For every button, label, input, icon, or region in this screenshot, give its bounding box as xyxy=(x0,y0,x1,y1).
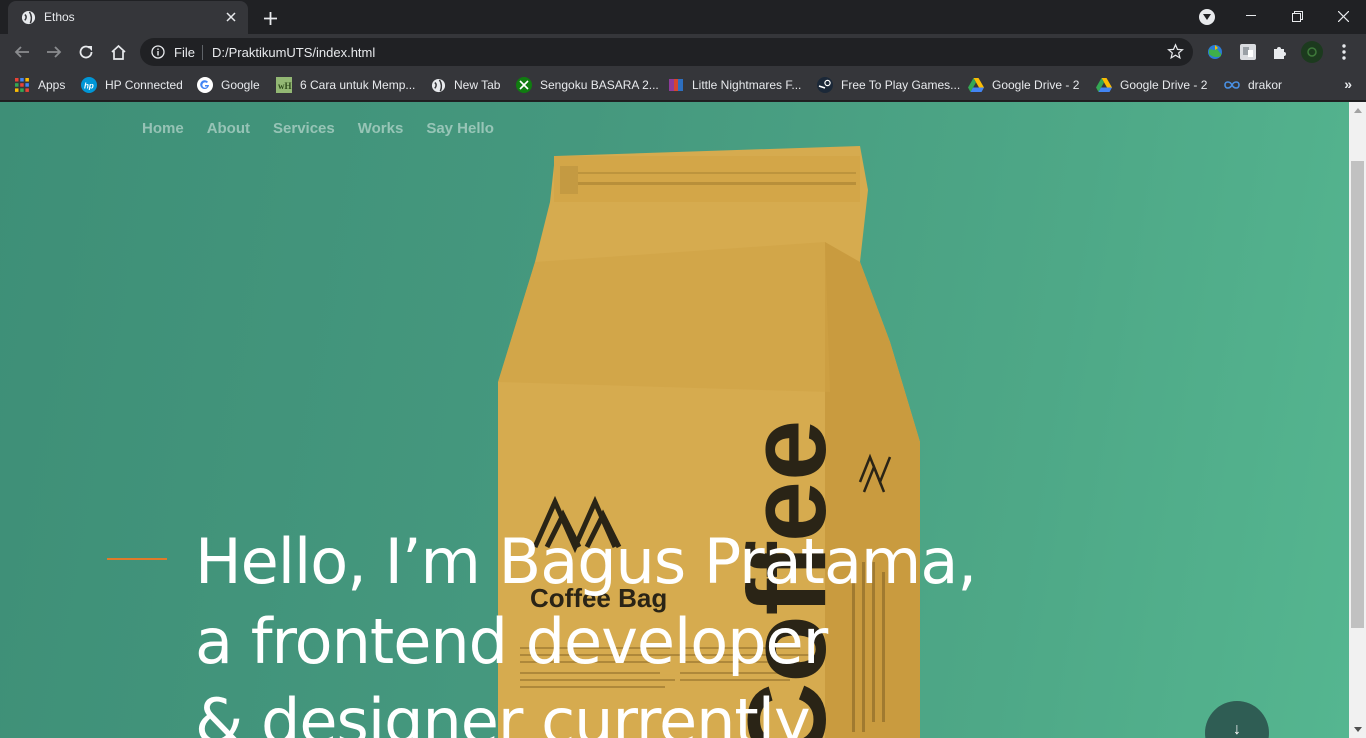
omnibox-divider xyxy=(202,45,203,60)
xbox-icon xyxy=(516,77,532,93)
extension-globe-icon[interactable] xyxy=(1204,41,1226,63)
bookmark-label: 6 Cara untuk Memp... xyxy=(300,78,416,92)
menu-kebab-icon[interactable] xyxy=(1333,41,1355,63)
nav-say-hello[interactable]: Say Hello xyxy=(426,120,494,137)
bookmark-hp-connected[interactable]: hp HP Connected xyxy=(81,76,183,94)
site-info-icon[interactable] xyxy=(151,45,165,64)
forward-button[interactable] xyxy=(42,40,66,64)
hero-line-3: & designer currently xyxy=(195,685,811,738)
infinity-icon xyxy=(1224,77,1240,93)
wikihow-icon: wH xyxy=(276,77,292,93)
google-drive-icon xyxy=(1096,77,1112,93)
home-button[interactable] xyxy=(106,40,130,64)
bookmark-label: Google xyxy=(221,78,260,92)
bookmark-wikihow[interactable]: wH 6 Cara untuk Memp... xyxy=(276,76,415,94)
page-scrollbar[interactable] xyxy=(1349,102,1366,738)
scrollbar-thumb[interactable] xyxy=(1351,161,1364,628)
restore-button[interactable] xyxy=(1274,0,1320,32)
page-viewport: Coffee Bag Coffee Home About Services Wo… xyxy=(0,102,1349,738)
scroll-down-button[interactable]: ↓ xyxy=(1205,701,1269,738)
globe-icon xyxy=(430,77,446,93)
address-bar[interactable]: File D:/PraktikumUTS/index.html xyxy=(140,38,1193,66)
scheme-label: File xyxy=(174,45,195,60)
nav-services[interactable]: Services xyxy=(273,120,335,137)
bookmark-little-nightmares[interactable]: Little Nightmares F... xyxy=(668,76,801,94)
site-nav: Home About Services Works Say Hello xyxy=(142,120,494,137)
url-text[interactable]: D:/PraktikumUTS/index.html xyxy=(212,45,375,60)
bookmark-label: Google Drive - 2 xyxy=(992,78,1080,92)
scroll-down-arrow-icon[interactable] xyxy=(1354,727,1362,732)
bookmark-google[interactable]: Google xyxy=(197,76,260,94)
hero-accent-line xyxy=(107,558,167,560)
hp-icon: hp xyxy=(81,77,97,93)
hero-heading: Hello, I’m Bagus Pratama, a frontend dev… xyxy=(195,522,977,738)
new-tab-button[interactable] xyxy=(259,7,281,29)
tab-strip: Ethos xyxy=(0,0,1366,34)
bookmark-google-drive-1[interactable]: Google Drive - 2 xyxy=(968,76,1079,94)
extensions-puzzle-icon[interactable] xyxy=(1269,41,1291,63)
tab-search-icon[interactable] xyxy=(1199,9,1215,25)
tab-ethos[interactable]: Ethos xyxy=(8,1,248,34)
close-window-button[interactable] xyxy=(1320,0,1366,32)
nav-home[interactable]: Home xyxy=(142,120,184,137)
google-drive-icon xyxy=(968,77,984,93)
bookmark-label: Little Nightmares F... xyxy=(692,78,802,92)
bookmark-label: Apps xyxy=(38,78,66,92)
bookmarks-bar: Apps hp HP Connected Google wH 6 Cara un… xyxy=(0,70,1366,101)
bookmarks-overflow-icon[interactable]: » xyxy=(1344,76,1352,92)
reload-button[interactable] xyxy=(74,40,98,64)
nav-works[interactable]: Works xyxy=(358,120,404,137)
hero-line-1: Hello, I’m Bagus Pratama, xyxy=(195,525,977,598)
minimize-button[interactable] xyxy=(1228,0,1274,32)
bookmark-free-to-play[interactable]: Free To Play Games... xyxy=(817,76,960,94)
bookmark-label: Google Drive - 2 xyxy=(1120,78,1208,92)
svg-text:hp: hp xyxy=(84,82,94,91)
browser-toolbar: File D:/PraktikumUTS/index.html xyxy=(0,34,1366,70)
arrow-down-icon: ↓ xyxy=(1233,721,1241,738)
globe-icon xyxy=(21,10,36,25)
bookmark-label: HP Connected xyxy=(105,78,183,92)
tab-title: Ethos xyxy=(44,10,75,24)
bookmark-sengoku-basara[interactable]: Sengoku BASARA 2... xyxy=(516,76,659,94)
bookmark-star-icon[interactable] xyxy=(1167,43,1184,65)
steam-icon xyxy=(817,77,833,93)
bookmark-apps[interactable]: Apps xyxy=(14,76,65,94)
nav-about[interactable]: About xyxy=(207,120,250,137)
winrar-icon xyxy=(668,77,684,93)
hero-line-2: a frontend developer xyxy=(195,605,828,678)
close-tab-icon[interactable] xyxy=(222,8,240,26)
google-icon xyxy=(197,77,213,93)
extension-page-icon[interactable] xyxy=(1237,41,1259,63)
bookmark-new-tab[interactable]: New Tab xyxy=(430,76,500,94)
profile-avatar[interactable] xyxy=(1301,41,1323,63)
bookmark-google-drive-2[interactable]: Google Drive - 2 xyxy=(1096,76,1207,94)
back-button[interactable] xyxy=(10,40,34,64)
scroll-up-arrow-icon[interactable] xyxy=(1354,108,1362,113)
bookmark-label: Free To Play Games... xyxy=(841,78,961,92)
svg-text:wH: wH xyxy=(278,81,292,91)
bookmark-label: Sengoku BASARA 2... xyxy=(540,78,659,92)
bookmark-label: drakor xyxy=(1248,78,1283,92)
apps-grid-icon xyxy=(14,77,30,93)
bookmark-label: New Tab xyxy=(454,78,501,92)
bookmark-drakor[interactable]: drakor xyxy=(1224,76,1282,94)
